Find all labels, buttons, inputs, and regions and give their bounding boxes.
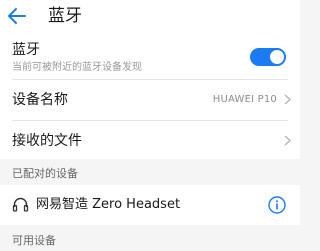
received-files-label: 接收的文件 (12, 133, 82, 149)
chevron-right-icon (284, 94, 291, 105)
paired-devices-list: 网易智造 Zero Headset (0, 185, 300, 225)
page-title: 蓝牙 (48, 6, 82, 26)
chevron-right-icon (284, 135, 291, 146)
back-arrow-icon[interactable] (7, 7, 27, 25)
info-icon[interactable] (268, 196, 286, 214)
received-files-row[interactable]: 接收的文件 (0, 121, 300, 159)
bluetooth-description: 当前可被附近的蓝牙设备发现 (12, 62, 142, 73)
paired-devices-header: 已配对的设备 (12, 167, 78, 180)
bluetooth-label: 蓝牙 (12, 42, 40, 58)
paired-device-name: 网易智造 Zero Headset (36, 197, 181, 212)
toggle-knob (270, 50, 284, 64)
device-name-label: 设备名称 (12, 92, 68, 108)
bluetooth-toggle[interactable] (250, 48, 286, 66)
available-devices-header: 可用设备 (12, 234, 56, 247)
device-name-value: HUAWEI P10 (212, 94, 277, 105)
app-header: 蓝牙 (0, 0, 300, 34)
paired-device-item[interactable]: 网易智造 Zero Headset (0, 185, 300, 225)
settings-card: 蓝牙 当前可被附近的蓝牙设备发现 设备名称 HUAWEI P10 接收的文件 (0, 34, 300, 159)
bluetooth-toggle-row[interactable]: 蓝牙 当前可被附近的蓝牙设备发现 (0, 34, 300, 79)
headset-icon (12, 197, 29, 212)
device-name-row[interactable]: 设备名称 HUAWEI P10 (0, 80, 300, 120)
